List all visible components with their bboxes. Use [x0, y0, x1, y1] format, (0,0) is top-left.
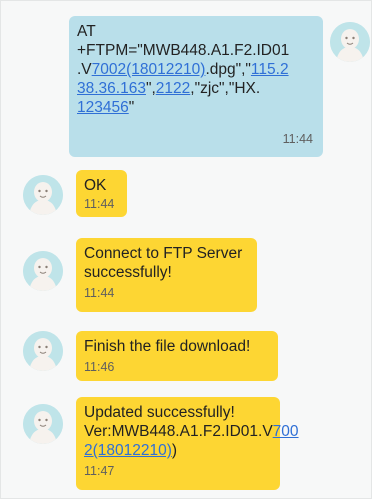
message-text: OK	[84, 177, 107, 194]
message-line: +FTPM="MWB448.A1.F2.ID01	[77, 41, 315, 60]
message-text: +FTPM="MWB448.A1.F2.ID01	[77, 42, 290, 59]
message-link[interactable]: 700	[273, 423, 299, 440]
password-link[interactable]: 123456	[77, 99, 129, 116]
avatar[interactable]	[23, 404, 63, 444]
message-line: Connect to FTP Server	[84, 244, 249, 263]
user-avatar-icon	[23, 175, 63, 215]
ip-address-link[interactable]: 115.2	[251, 61, 289, 78]
message-text: Ver:MWB448.A1.F2.ID01.V	[84, 423, 273, 440]
port-link[interactable]: 2122	[156, 80, 190, 97]
user-avatar-icon	[23, 404, 63, 444]
message-text: Connect to FTP Server	[84, 245, 243, 262]
user-avatar-icon	[23, 251, 63, 291]
message-text: Updated successfully!	[84, 404, 235, 421]
ip-address-link[interactable]: 38.36.163	[77, 80, 146, 97]
avatar[interactable]	[330, 22, 370, 62]
message-line: 2(18012210))	[84, 441, 272, 460]
message-timestamp: 11:44	[282, 132, 313, 146]
sent-message-bubble[interactable]: AT +FTPM="MWB448.A1.F2.ID01 .V7002(18012…	[69, 16, 323, 157]
message-line: AT	[77, 22, 315, 41]
message-text: ",	[145, 80, 156, 97]
received-message-bubble[interactable]: Updated successfully! Ver:MWB448.A1.F2.I…	[76, 397, 299, 490]
message-line: Updated successfully!	[84, 403, 272, 422]
received-message-bubble[interactable]: OK 11:44	[76, 170, 127, 217]
received-message-bubble[interactable]: Connect to FTP Server successfully! 11:4…	[76, 238, 257, 312]
user-avatar-icon	[330, 22, 370, 62]
message-line: Ver:MWB448.A1.F2.ID01.V700	[84, 422, 299, 441]
message-timestamp: 11:47	[84, 464, 115, 478]
message-link[interactable]: 7002(18012210)	[92, 61, 206, 78]
message-text: Finish the file download!	[84, 338, 251, 355]
avatar[interactable]	[23, 331, 63, 371]
avatar[interactable]	[23, 251, 63, 291]
message-timestamp: 11:44	[84, 286, 115, 300]
message-text: AT	[77, 23, 96, 40]
message-link[interactable]: 2(18012210)	[84, 442, 172, 459]
message-text: )	[171, 442, 178, 459]
message-text: "	[128, 99, 135, 116]
message-text: successfully!	[84, 264, 172, 281]
message-line: Finish the file download!	[84, 337, 270, 356]
message-line: 123456"	[77, 98, 315, 117]
message-line: .V7002(18012210).dpg","115.2	[77, 60, 315, 79]
message-text: .dpg","	[205, 61, 251, 78]
message-text: ,"zjc","HX.	[190, 80, 261, 97]
message-timestamp: 11:46	[84, 360, 115, 374]
message-timestamp: 11:44	[84, 197, 115, 211]
message-line: successfully!	[84, 263, 249, 282]
avatar[interactable]	[23, 175, 63, 215]
received-message-bubble[interactable]: Finish the file download! 11:46	[76, 331, 278, 381]
chat-thread: AT +FTPM="MWB448.A1.F2.ID01 .V7002(18012…	[0, 0, 372, 499]
user-avatar-icon	[23, 331, 63, 371]
message-line: 38.36.163",2122,"zjc","HX.	[77, 79, 315, 98]
message-text: .V	[77, 61, 92, 78]
message-line: OK	[84, 176, 119, 195]
